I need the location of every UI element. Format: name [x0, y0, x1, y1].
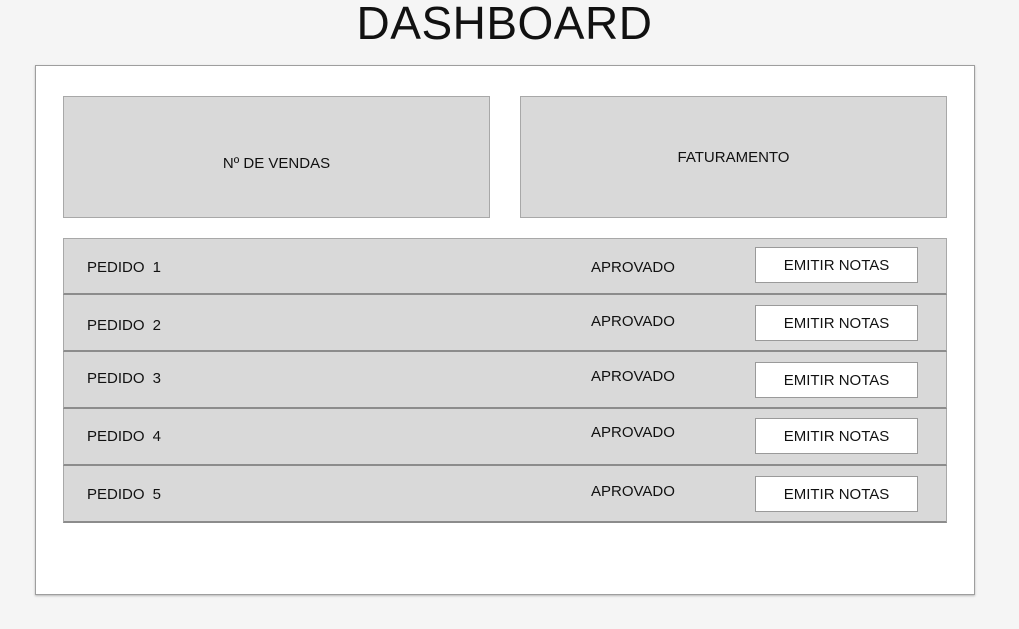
order-row: PEDIDO 5 APROVADO EMITIR NOTAS	[63, 466, 947, 523]
order-name: PEDIDO 5	[87, 486, 162, 503]
order-row: PEDIDO 3 APROVADO EMITIR NOTAS	[63, 352, 947, 409]
emit-invoice-button[interactable]: EMITIR NOTAS	[755, 362, 918, 398]
emit-invoice-button[interactable]: EMITIR NOTAS	[755, 476, 918, 512]
emit-invoice-button[interactable]: EMITIR NOTAS	[755, 247, 918, 283]
sales-count-card: Nº DE VENDAS	[63, 96, 490, 218]
order-row: PEDIDO 1 APROVADO EMITIR NOTAS	[63, 238, 947, 295]
order-row: PEDIDO 2 APROVADO EMITIR NOTAS	[63, 295, 947, 352]
order-status: APROVADO	[591, 483, 675, 500]
order-name: PEDIDO 4	[87, 428, 162, 445]
orders-list: PEDIDO 1 APROVADO EMITIR NOTAS PEDIDO 2 …	[63, 238, 947, 523]
order-status: APROVADO	[591, 259, 675, 276]
order-name: PEDIDO 2	[87, 317, 162, 334]
order-status: APROVADO	[591, 313, 675, 330]
order-row: PEDIDO 4 APROVADO EMITIR NOTAS	[63, 409, 947, 466]
emit-invoice-button[interactable]: EMITIR NOTAS	[755, 305, 918, 341]
order-name: PEDIDO 3	[87, 370, 162, 387]
sales-count-label: Nº DE VENDAS	[222, 155, 331, 172]
revenue-card: FATURAMENTO	[520, 96, 947, 218]
order-name: PEDIDO 1	[87, 259, 162, 276]
revenue-label: FATURAMENTO	[677, 149, 790, 166]
order-status: APROVADO	[591, 368, 675, 385]
emit-invoice-button[interactable]: EMITIR NOTAS	[755, 418, 918, 454]
page-title: DASHBOARD	[356, 0, 653, 49]
order-status: APROVADO	[591, 424, 675, 441]
